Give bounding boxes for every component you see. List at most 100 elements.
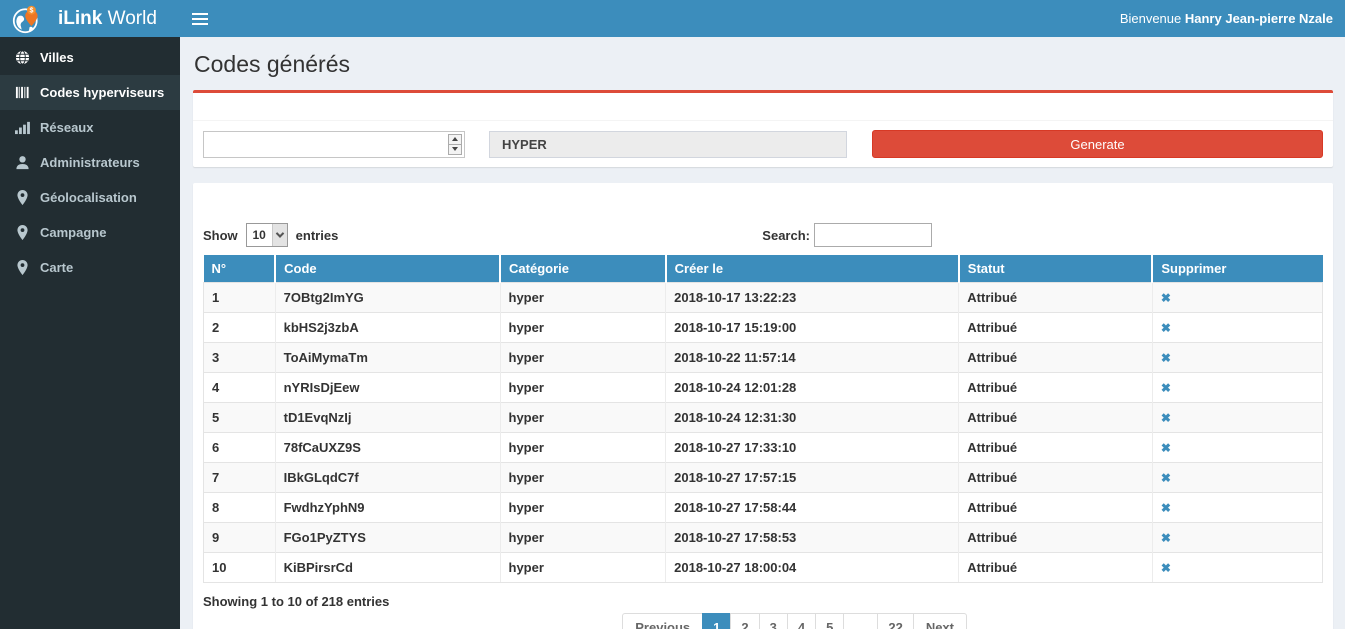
generate-button[interactable]: Generate	[872, 130, 1323, 158]
page-length-control: Show 10 entries	[203, 223, 338, 247]
column-header-categorie[interactable]: Catégorie	[500, 255, 666, 282]
cell-category: hyper	[500, 342, 666, 372]
signal-icon	[15, 120, 30, 135]
cell-category: hyper	[500, 552, 666, 582]
pagination-page-1[interactable]: 1	[702, 613, 731, 629]
sidebar-item-label: Campagne	[40, 225, 106, 240]
table-box: Show 10 entries Search: N° Code	[193, 183, 1333, 629]
cell-num: 4	[204, 372, 276, 402]
cell-num: 10	[204, 552, 276, 582]
sidebar-item-carte[interactable]: Carte	[0, 250, 180, 285]
sidebar-item-codes-hyperviseurs[interactable]: Codes hyperviseurs	[0, 75, 180, 110]
delete-icon[interactable]: ✖	[1161, 441, 1171, 455]
cell-created: 2018-10-17 15:19:00	[666, 312, 959, 342]
top-bar: $ iLink World Bienvenue Hanry Jean-pierr…	[0, 0, 1345, 37]
column-header-code[interactable]: Code	[275, 255, 500, 282]
cell-category: hyper	[500, 462, 666, 492]
arrow-down-icon	[452, 147, 458, 151]
table-row: 1 7OBtg2ImYG hyper 2018-10-17 13:22:23 A…	[204, 282, 1323, 312]
pagination-page-3[interactable]: 3	[759, 613, 788, 629]
delete-icon[interactable]: ✖	[1161, 351, 1171, 365]
delete-icon[interactable]: ✖	[1161, 291, 1171, 305]
pagination-previous-button[interactable]: Previous	[622, 613, 703, 629]
delete-icon[interactable]: ✖	[1161, 471, 1171, 485]
barcode-icon	[15, 85, 30, 100]
table-row: 8 FwdhzYphN9 hyper 2018-10-27 17:58:44 A…	[204, 492, 1323, 522]
globe-icon	[15, 50, 30, 65]
column-header-num[interactable]: N°	[204, 255, 276, 282]
sidebar-item-label: Carte	[40, 260, 73, 275]
user-icon	[15, 155, 30, 170]
delete-icon[interactable]: ✖	[1161, 381, 1171, 395]
entries-label: entries	[296, 228, 339, 243]
sidebar-item-geolocalisation[interactable]: Géolocalisation	[0, 180, 180, 215]
delete-icon[interactable]: ✖	[1161, 411, 1171, 425]
main-content: Codes générés Generate Show 10	[180, 37, 1345, 629]
table-row: 6 78fCaUXZ9S hyper 2018-10-27 17:33:10 A…	[204, 432, 1323, 462]
sidebar-item-administrateurs[interactable]: Administrateurs	[0, 145, 180, 180]
column-header-creer-le[interactable]: Créer le	[666, 255, 959, 282]
pagination-ellipsis: …	[843, 613, 878, 629]
sidebar-item-reseaux[interactable]: Réseaux	[0, 110, 180, 145]
table-row: 9 FGo1PyZTYS hyper 2018-10-27 17:58:53 A…	[204, 522, 1323, 552]
brand-title: iLink World	[58, 8, 157, 30]
page-length-select[interactable]: 10	[246, 223, 288, 247]
chevron-down-icon	[272, 224, 287, 246]
pagination-next-button[interactable]: Next	[913, 613, 967, 629]
cell-code: 7OBtg2ImYG	[275, 282, 500, 312]
sidebar-item-label: Codes hyperviseurs	[40, 85, 164, 100]
delete-icon[interactable]: ✖	[1161, 531, 1171, 545]
sidebar-item-label: Villes	[40, 50, 74, 65]
cell-num: 1	[204, 282, 276, 312]
search-input[interactable]	[814, 223, 932, 247]
cell-num: 2	[204, 312, 276, 342]
spinner-down-button[interactable]	[448, 145, 462, 155]
delete-icon[interactable]: ✖	[1161, 321, 1171, 335]
cell-num: 9	[204, 522, 276, 552]
table-header-row: N° Code Catégorie Créer le Statut Suppri…	[204, 255, 1323, 282]
cell-created: 2018-10-24 12:01:28	[666, 372, 959, 402]
cell-status: Attribué	[959, 312, 1153, 342]
sidebar-toggle-icon[interactable]	[192, 10, 208, 28]
pagination-page-22[interactable]: 22	[877, 613, 913, 629]
show-label: Show	[203, 228, 238, 243]
delete-icon[interactable]: ✖	[1161, 561, 1171, 575]
cell-created: 2018-10-27 17:33:10	[666, 432, 959, 462]
cell-category: hyper	[500, 282, 666, 312]
pagination-page-4[interactable]: 4	[787, 613, 816, 629]
cell-status: Attribué	[959, 522, 1153, 552]
cell-category: hyper	[500, 402, 666, 432]
sidebar-item-label: Administrateurs	[40, 155, 140, 170]
navbar: Bienvenue Hanry Jean-pierre Nzale	[180, 0, 1345, 37]
cell-created: 2018-10-22 11:57:14	[666, 342, 959, 372]
app-logo[interactable]: $ iLink World	[0, 0, 180, 37]
map-marker-icon	[15, 190, 30, 205]
table-footer: Showing 1 to 10 of 218 entries Previous …	[203, 583, 1323, 629]
cell-code: tD1EvqNzIj	[275, 402, 500, 432]
pagination-page-5[interactable]: 5	[815, 613, 844, 629]
cell-created: 2018-10-27 17:58:53	[666, 522, 959, 552]
sidebar-item-villes[interactable]: Villes	[0, 40, 180, 75]
cell-created: 2018-10-24 12:31:30	[666, 402, 959, 432]
column-header-supprimer[interactable]: Supprimer	[1152, 255, 1322, 282]
cell-num: 6	[204, 432, 276, 462]
sidebar-item-campagne[interactable]: Campagne	[0, 215, 180, 250]
table-controls: Show 10 entries Search:	[203, 223, 1323, 247]
column-header-statut[interactable]: Statut	[959, 255, 1153, 282]
delete-icon[interactable]: ✖	[1161, 501, 1171, 515]
entries-info: Showing 1 to 10 of 218 entries	[203, 594, 389, 609]
cell-category: hyper	[500, 432, 666, 462]
table-row: 3 ToAiMymaTm hyper 2018-10-22 11:57:14 A…	[204, 342, 1323, 372]
sidebar: Villes Codes hyperviseurs Réseaux Admini…	[0, 37, 180, 629]
cell-status: Attribué	[959, 552, 1153, 582]
cell-code: FwdhzYphN9	[275, 492, 500, 522]
category-field[interactable]	[489, 131, 847, 158]
quantity-input[interactable]	[203, 131, 465, 158]
cell-status: Attribué	[959, 282, 1153, 312]
codes-table: N° Code Catégorie Créer le Statut Suppri…	[203, 255, 1323, 583]
generate-box: Generate	[193, 90, 1333, 167]
spinner-up-button[interactable]	[448, 134, 462, 145]
pagination-page-2[interactable]: 2	[730, 613, 759, 629]
sidebar-item-label: Réseaux	[40, 120, 93, 135]
cell-code: 78fCaUXZ9S	[275, 432, 500, 462]
